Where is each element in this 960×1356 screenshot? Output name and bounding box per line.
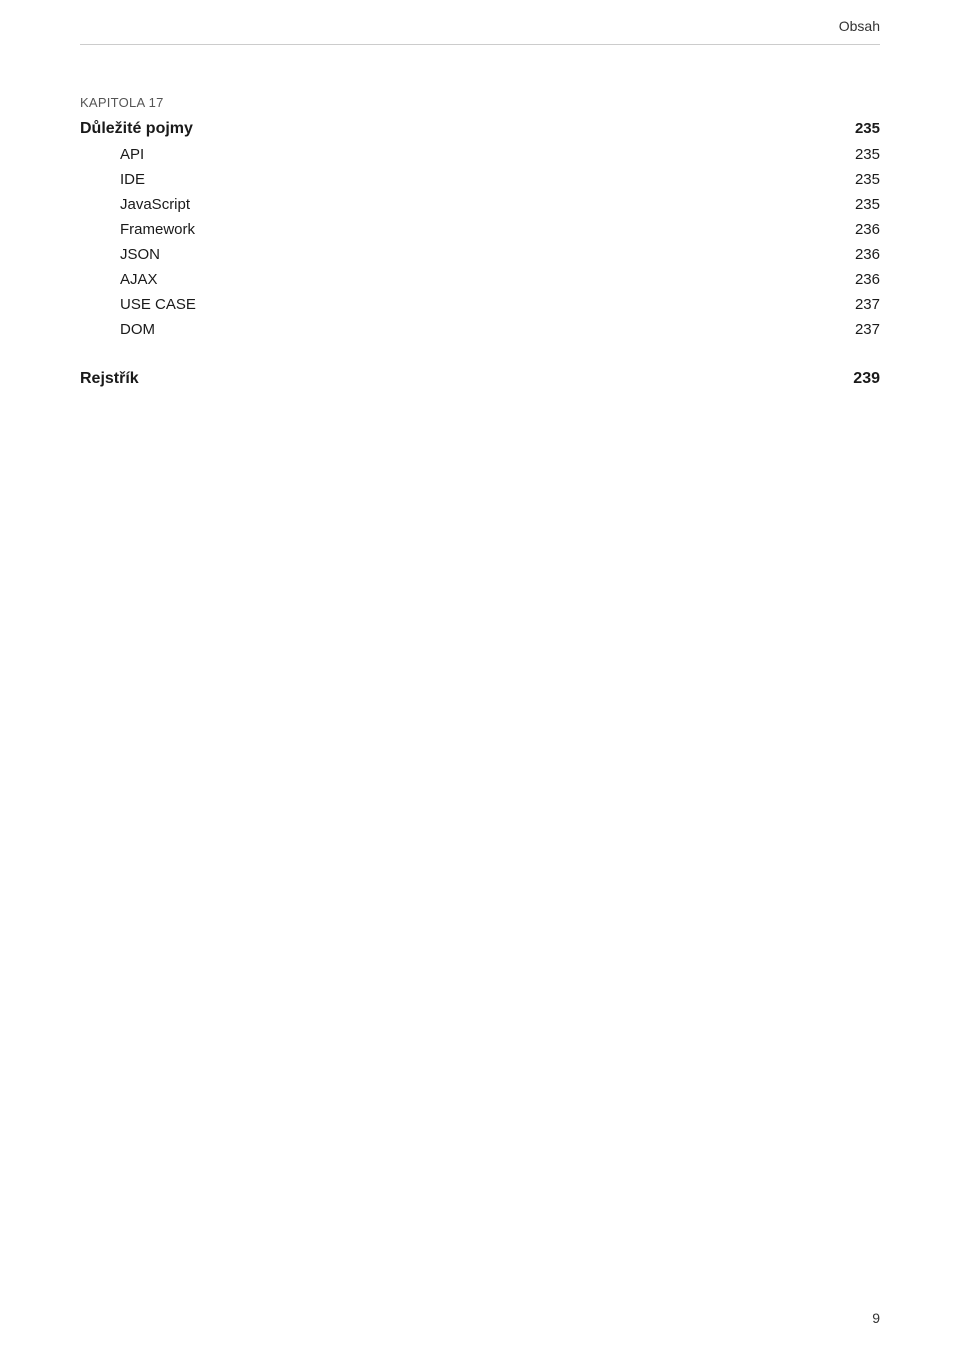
section-page: 235 bbox=[855, 120, 880, 137]
header-title: Obsah bbox=[839, 18, 880, 34]
toc-item-ide-label: IDE bbox=[80, 171, 145, 188]
toc-entry-javascript: JavaScript 235 bbox=[80, 192, 880, 217]
toc-item-usecase-label: USE CASE bbox=[80, 296, 196, 313]
toc-entry-ide: IDE 235 bbox=[80, 167, 880, 192]
toc-item-usecase-page: 237 bbox=[855, 296, 880, 313]
toc-item-dom-page: 237 bbox=[855, 321, 880, 338]
toc-item-api-page: 235 bbox=[855, 146, 880, 163]
toc-item-ajax-page: 236 bbox=[855, 271, 880, 288]
chapter-label: KAPITOLA 17 bbox=[80, 95, 880, 110]
page-header: Obsah bbox=[80, 0, 880, 45]
toc-content: KAPITOLA 17 Důležité pojmy 235 API 235 I… bbox=[80, 45, 880, 392]
section-title: Důležité pojmy bbox=[80, 120, 193, 138]
toc-entry-ajax: AJAX 236 bbox=[80, 267, 880, 292]
toc-entry-framework: Framework 236 bbox=[80, 217, 880, 242]
toc-item-ide-page: 235 bbox=[855, 171, 880, 188]
toc-entry-usecase: USE CASE 237 bbox=[80, 292, 880, 317]
toc-item-framework-page: 236 bbox=[855, 221, 880, 238]
page-number: 9 bbox=[872, 1310, 880, 1326]
rejstrik-label: Rejstřík bbox=[80, 370, 139, 388]
toc-item-ajax-label: AJAX bbox=[80, 271, 158, 288]
chapter-section: KAPITOLA 17 Důležité pojmy 235 API 235 I… bbox=[80, 95, 880, 342]
toc-item-json-page: 236 bbox=[855, 246, 880, 263]
page-container: Obsah KAPITOLA 17 Důležité pojmy 235 API… bbox=[0, 0, 960, 1356]
rejstrik-page: 239 bbox=[853, 370, 880, 388]
toc-entry-section-title: Důležité pojmy 235 bbox=[80, 116, 880, 142]
toc-item-javascript-label: JavaScript bbox=[80, 196, 190, 213]
toc-item-json-label: JSON bbox=[80, 246, 160, 263]
toc-entry-dom: DOM 237 bbox=[80, 317, 880, 342]
rejstrik-section: Rejstřík 239 bbox=[80, 362, 880, 392]
toc-entry-json: JSON 236 bbox=[80, 242, 880, 267]
toc-item-framework-label: Framework bbox=[80, 221, 195, 238]
toc-entry-api: API 235 bbox=[80, 142, 880, 167]
toc-item-javascript-page: 235 bbox=[855, 196, 880, 213]
toc-item-api-label: API bbox=[80, 146, 144, 163]
toc-item-dom-label: DOM bbox=[80, 321, 155, 338]
